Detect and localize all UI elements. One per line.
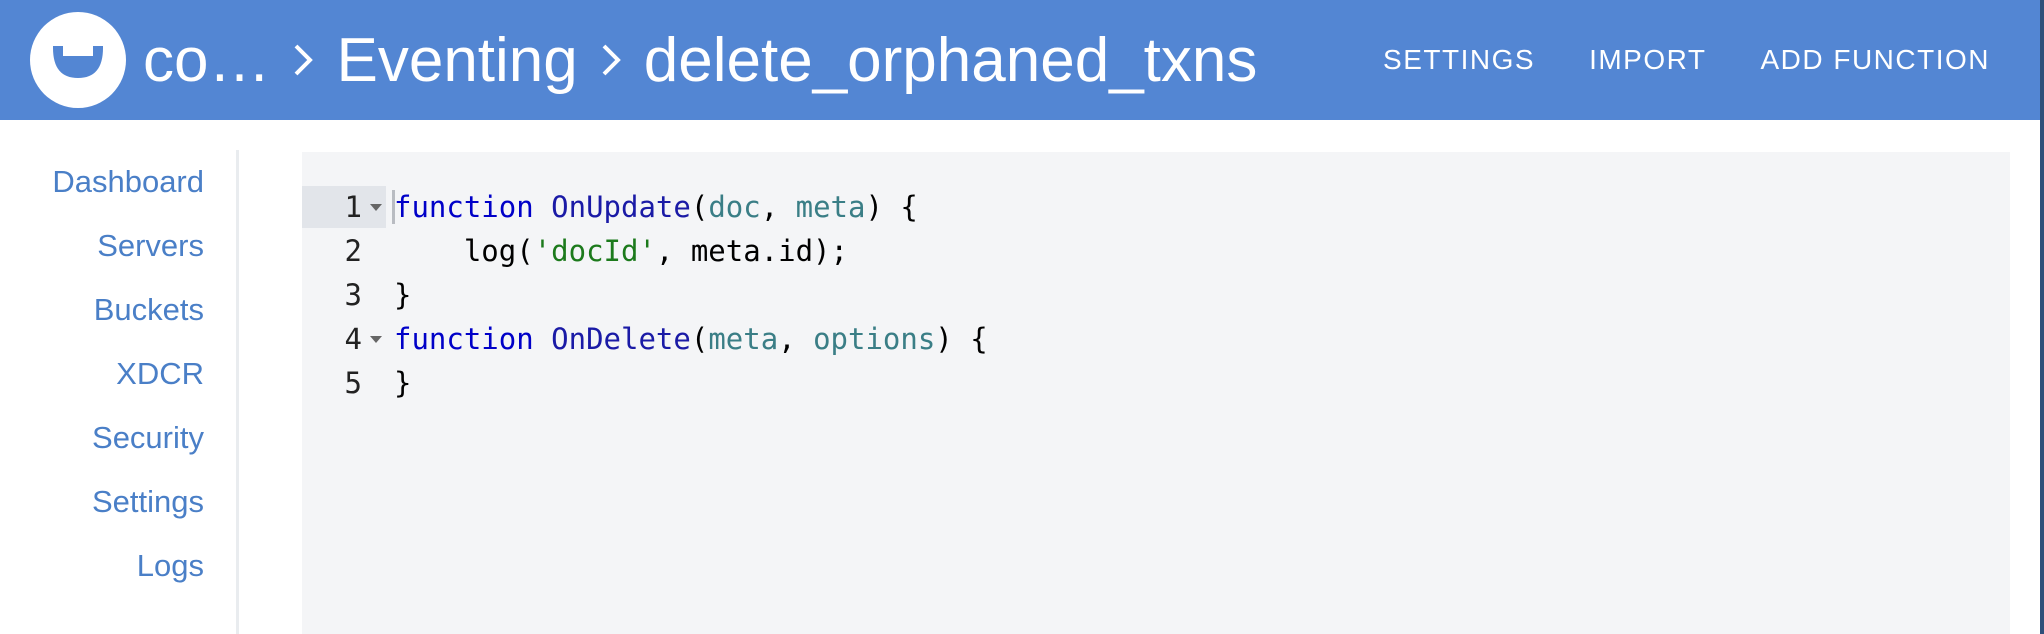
chevron-right-icon xyxy=(295,44,314,76)
code-token: ) { xyxy=(865,190,918,224)
code-token: meta xyxy=(795,190,866,224)
line-number: 3 xyxy=(344,278,362,312)
breadcrumb-function-name: delete_orphaned_txns xyxy=(643,25,1258,95)
code-text: } xyxy=(394,362,411,404)
chevron-right-icon xyxy=(602,44,621,76)
code-token: log( xyxy=(394,234,534,268)
line-gutter: 2 xyxy=(302,230,386,272)
sidebar-item-settings[interactable]: Settings xyxy=(0,470,236,534)
breadcrumb-cluster[interactable]: co… xyxy=(143,25,270,96)
code-token: ) { xyxy=(935,322,988,356)
breadcrumb: co… Eventing delete_orphaned_txns xyxy=(143,0,1257,120)
window-edge xyxy=(2040,0,2044,634)
top-header: co… Eventing delete_orphaned_txns SETTIN… xyxy=(0,0,2040,120)
code-token: , meta.id); xyxy=(655,234,848,268)
sidebar-item-servers[interactable]: Servers xyxy=(0,214,236,278)
code-token: meta xyxy=(708,322,779,356)
code-token: 'docId' xyxy=(533,234,656,268)
code-text: log('docId', meta.id); xyxy=(394,230,848,272)
code-token: } xyxy=(394,366,412,400)
code-token: , xyxy=(760,190,796,224)
code-line[interactable]: 5} xyxy=(302,362,2010,404)
code-token: OnDelete xyxy=(551,322,691,356)
code-text: function OnDelete(meta, options) { xyxy=(394,318,988,360)
line-number: 1 xyxy=(344,190,362,224)
fold-arrow-icon[interactable] xyxy=(370,336,382,343)
sidebar-item-xdcr[interactable]: XDCR xyxy=(0,342,236,406)
code-line[interactable]: 4 function OnDelete(meta, options) { xyxy=(302,318,2010,360)
sidebar-item-buckets[interactable]: Buckets xyxy=(0,278,236,342)
sidebar-item-logs[interactable]: Logs xyxy=(0,534,236,598)
code-text: } xyxy=(394,274,411,316)
code-line[interactable]: 2 log('docId', meta.id); xyxy=(302,230,2010,272)
header-actions: SETTINGS IMPORT ADD FUNCTION xyxy=(1383,0,1990,120)
code-token: doc xyxy=(708,190,761,224)
code-token: function xyxy=(394,190,534,224)
code-token: ( xyxy=(690,190,709,224)
code-token: OnUpdate xyxy=(551,190,691,224)
add-function-button[interactable]: ADD FUNCTION xyxy=(1760,44,1990,76)
import-button[interactable]: IMPORT xyxy=(1589,44,1706,76)
settings-button[interactable]: SETTINGS xyxy=(1383,44,1535,76)
code-token: } xyxy=(394,278,412,312)
code-text: function OnUpdate(doc, meta) { xyxy=(394,186,918,228)
line-number: 2 xyxy=(344,234,362,268)
line-number: 4 xyxy=(344,322,362,356)
code-line[interactable]: 1 function OnUpdate(doc, meta) { xyxy=(302,186,2010,228)
code-token: options xyxy=(813,322,936,356)
code-line[interactable]: 3} xyxy=(302,274,2010,316)
sidebar: Dashboard Servers Buckets XDCR Security … xyxy=(0,150,239,634)
code-token: , xyxy=(778,322,814,356)
line-number: 5 xyxy=(344,366,362,400)
code-token: function xyxy=(394,322,534,356)
couchbase-logo-icon[interactable] xyxy=(30,12,126,108)
line-gutter: 5 xyxy=(302,362,386,404)
sidebar-item-security[interactable]: Security xyxy=(0,406,236,470)
breadcrumb-eventing[interactable]: Eventing xyxy=(336,25,577,96)
line-gutter: 4 xyxy=(302,318,386,360)
fold-arrow-icon[interactable] xyxy=(370,204,382,211)
line-gutter: 3 xyxy=(302,274,386,316)
sidebar-item-dashboard[interactable]: Dashboard xyxy=(0,150,236,214)
code-token: ( xyxy=(690,322,709,356)
line-gutter: 1 xyxy=(302,186,386,228)
code-editor[interactable]: 1 function OnUpdate(doc, meta) {2 log('do… xyxy=(302,152,2010,634)
